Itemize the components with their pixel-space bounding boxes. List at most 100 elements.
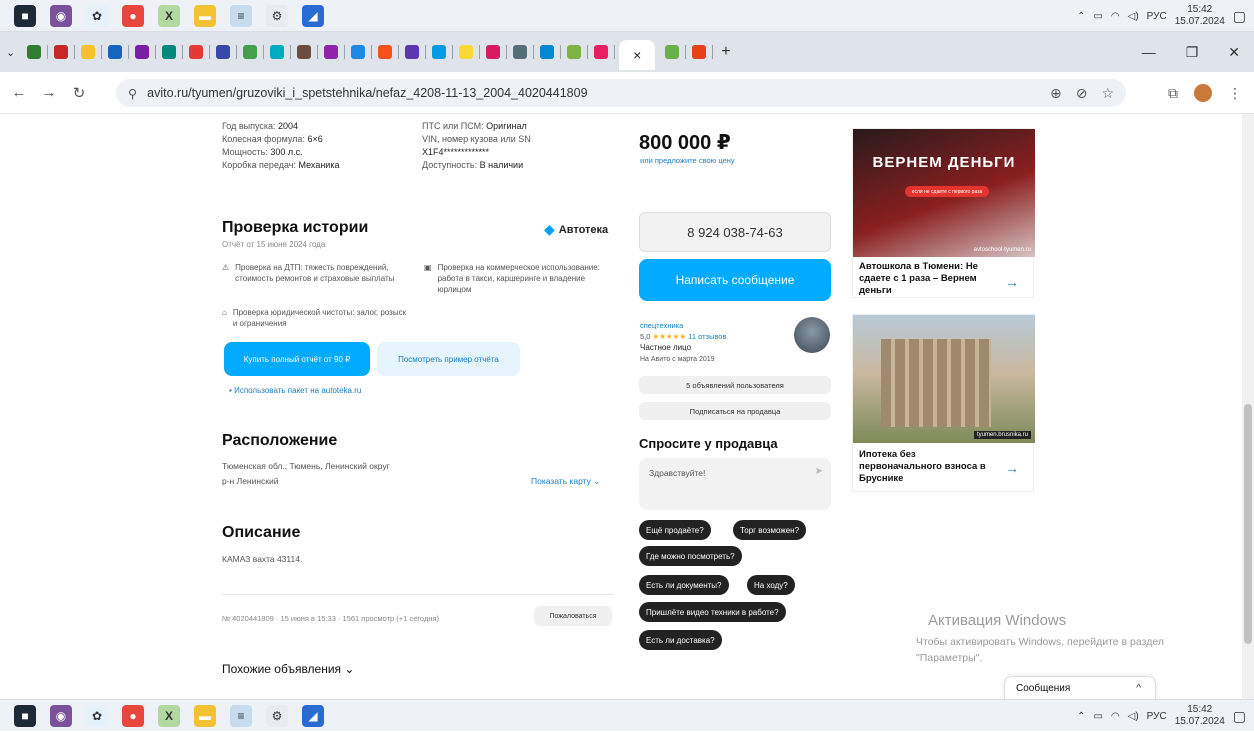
tab-search-icon[interactable]: ⌄ [6,46,15,59]
tab-favicon[interactable] [378,45,393,59]
volume-icon[interactable]: ◁) [1128,711,1139,722]
eye-off-icon[interactable]: ⊘ [1076,85,1088,102]
tab-favicon[interactable] [459,45,474,59]
wifi-icon[interactable]: ◠ [1111,711,1120,722]
quick-question-chip[interactable]: Пришлёте видео техники в работе? [639,602,786,622]
ad2-arrow-icon[interactable]: → [1005,460,1019,476]
tab-favicon[interactable] [405,45,420,59]
docs-icon[interactable]: ≡ [230,704,252,727]
tab-favicon[interactable] [351,45,366,59]
excel-icon[interactable]: X [158,4,180,27]
settings-icon[interactable]: ⚙ [266,704,288,727]
clock[interactable]: 15:42 15.07.2024 [1175,704,1225,728]
network-icon[interactable]: ▭ [1093,711,1102,722]
file-explorer-icon[interactable]: ▬ [194,4,216,27]
messages-popup[interactable]: Сообщения ^ [1004,676,1156,699]
tab-favicon[interactable] [54,45,69,59]
docs-icon[interactable]: ≡ [230,4,252,27]
tab-favicon[interactable] [513,45,528,59]
tab-favicon[interactable] [162,45,177,59]
vpn-icon[interactable]: ✿ [86,704,108,727]
close-window-icon[interactable]: ✕ [1228,44,1240,61]
show-phone-button[interactable]: 8 924 038-74-63 [639,212,831,252]
show-map-link[interactable]: Показать карту ⌄ [531,475,600,488]
scrollbar-thumb[interactable] [1244,404,1252,644]
notification-icon[interactable]: ▢ [1233,8,1246,25]
clock[interactable]: 15:42 15.07.2024 [1175,4,1225,28]
restore-icon[interactable]: ❐ [1186,44,1199,61]
quick-question-chip[interactable]: Торг возможен? [733,520,807,540]
tab-favicon[interactable] [135,45,150,59]
complain-button[interactable]: Пожаловаться [534,606,612,626]
app-icon[interactable]: ◢ [302,704,324,727]
back-icon[interactable]: ← [8,84,30,101]
tab-favicon[interactable] [81,45,96,59]
omnibox[interactable]: ⚲ avito.ru/tyumen/gruzoviki_i_spetstehni… [116,79,1126,107]
buy-report-button[interactable]: Купить полный отчёт от 90 ₽ [224,342,370,376]
reload-icon[interactable]: ↻ [68,84,90,102]
ad-driving-school[interactable]: ВЕРНЕМ ДЕНЬГИ если не сдаете с первого р… [852,128,1035,298]
tab-favicon[interactable] [270,45,285,59]
autoteka-package-link[interactable]: ▪ Использовать пакет на autoteka.ru [229,384,361,397]
tab-favicon[interactable] [567,45,582,59]
app-icon[interactable]: ◢ [302,4,324,27]
bookmark-star-icon[interactable]: ☆ [1101,85,1114,102]
chrome-icon[interactable]: ● [122,4,144,27]
quick-question-chip[interactable]: Есть ли доставка? [639,630,722,650]
ask-seller-input[interactable]: Здравствуйте! ➤ [639,458,831,510]
ad-brusnika-image[interactable]: tyumen.brusnika.ru [853,315,1035,443]
windows-start-icon[interactable]: ■ [14,4,36,27]
zoom-icon[interactable]: ⊕ [1050,85,1062,102]
seller-avatar[interactable] [794,317,830,353]
similar-ads-toggle[interactable]: Похожие объявления ⌄ [222,662,354,676]
tab-active[interactable]: × [619,40,656,70]
windows-start-icon[interactable]: ■ [14,704,36,727]
vpn-icon[interactable]: ✿ [86,4,108,27]
write-message-button[interactable]: Написать сообщение [639,259,831,301]
forward-icon[interactable]: → [38,84,60,101]
page-scrollbar[interactable] [1242,114,1254,699]
language-indicator[interactable]: РУС [1147,11,1167,22]
tab-favicon[interactable] [432,45,447,59]
quick-question-chip[interactable]: На ходу? [747,575,795,595]
chevron-up-icon[interactable]: ⌃ [1077,711,1085,722]
tab-favicon[interactable] [189,45,204,59]
profile-avatar[interactable] [1194,84,1212,102]
ad-brusnika[interactable]: tyumen.brusnika.ru Ипотека без первонача… [852,314,1035,492]
offer-price-link[interactable]: или предложите свою цену [640,154,735,167]
url-text[interactable]: avito.ru/tyumen/gruzoviki_i_spetstehnika… [147,86,587,100]
viber-icon[interactable]: ◉ [50,704,72,727]
tab-favicon[interactable] [324,45,339,59]
tab-favicon[interactable] [108,45,123,59]
seller-ads-button[interactable]: 5 объявлений пользователя [639,376,831,394]
site-info-icon[interactable]: ⚲ [128,86,137,101]
ad1-arrow-icon[interactable]: → [1005,274,1019,290]
language-indicator[interactable]: РУС [1147,711,1167,722]
tab-favicon[interactable] [486,45,501,59]
tab-favicon[interactable] [692,45,707,59]
menu-icon[interactable]: ⋮ [1228,85,1242,102]
tab-favicon[interactable] [665,45,680,59]
quick-question-chip[interactable]: Где можно посмотреть? [639,546,742,566]
extensions-icon[interactable]: ⧉ [1168,85,1178,102]
network-icon[interactable]: ▭ [1093,11,1102,22]
chevron-up-icon[interactable]: ⌃ [1077,11,1085,22]
ad-driving-school-image[interactable]: ВЕРНЕМ ДЕНЬГИ если не сдаете с первого р… [853,129,1035,257]
chrome-icon[interactable]: ● [122,704,144,727]
file-explorer-icon[interactable]: ▬ [194,704,216,727]
subscribe-seller-button[interactable]: Подписаться на продавца [639,402,831,420]
ad1-text[interactable]: Автошкола в Тюмени: Не сдаете с 1 раза –… [859,261,999,297]
sample-report-button[interactable]: Посмотреть пример отчёта [377,342,520,376]
tab-favicon[interactable] [540,45,555,59]
chevron-up-icon[interactable]: ^ [1136,683,1141,694]
tab-favicon[interactable] [216,45,231,59]
quick-question-chip[interactable]: Есть ли документы? [639,575,729,595]
excel-icon[interactable]: X [158,704,180,727]
send-icon[interactable]: ➤ [815,466,823,477]
minimize-icon[interactable]: — [1142,44,1156,60]
tab-favicon[interactable] [297,45,312,59]
wifi-icon[interactable]: ◠ [1111,11,1120,22]
new-tab-icon[interactable]: + [721,43,730,61]
volume-icon[interactable]: ◁) [1128,11,1139,22]
seller-reviews-link[interactable]: 11 отзывов [688,332,726,341]
